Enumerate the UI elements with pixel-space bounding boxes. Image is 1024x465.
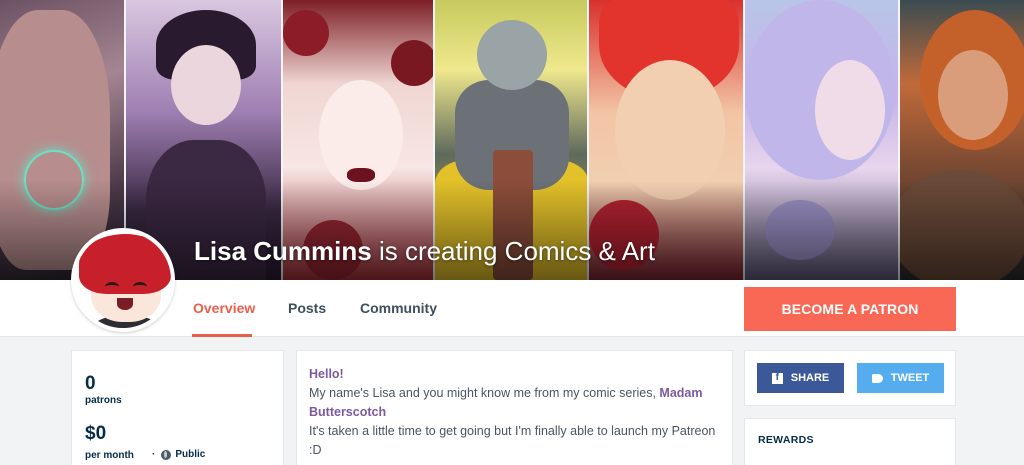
twitter-tweet-label: TWEET [890,372,930,384]
facebook-share-label: SHARE [790,372,830,384]
tab-overview[interactable]: Overview [193,300,255,316]
page-title: Lisa Cummins is creating Comics & Art [194,236,655,267]
tab-posts[interactable]: Posts [288,300,326,316]
about-card: Hello! My name's Lisa and you might know… [296,350,733,465]
twitter-icon [871,373,883,383]
twitter-tweet-button[interactable]: TWEET [857,363,944,393]
about-text: My name's Lisa and you might know me fro… [309,384,720,422]
stats-card: 0 patrons $0 per month · Public [71,350,284,465]
about-line-1: My name's Lisa and you might know me fro… [309,386,660,400]
creator-name: Lisa Cummins [194,236,372,266]
separator-dot: · [152,449,156,460]
rewards-card: REWARDS [744,418,956,465]
about-line-2: It's taken a little time to get going bu… [309,424,716,457]
share-card: f SHARE TWEET [744,350,956,406]
monthly-earnings-label: per month [85,450,134,461]
avatar[interactable] [71,228,175,332]
patron-count: 0 [85,373,96,394]
rewards-heading: REWARDS [758,434,814,446]
become-patron-button[interactable]: BECOME A PATRON [744,287,956,331]
tab-community[interactable]: Community [360,300,437,316]
visibility-label: Public [175,449,206,460]
visibility-indicator: · Public [152,449,205,460]
facebook-share-button[interactable]: f SHARE [757,363,844,393]
facebook-icon: f [771,372,783,384]
active-tab-indicator [192,334,252,337]
monthly-earnings: $0 [85,423,107,444]
about-greeting: Hello! [309,367,344,381]
patron-count-label: patrons [85,395,122,406]
creator-tagline: is creating Comics & Art [371,236,655,266]
globe-icon [161,449,172,460]
